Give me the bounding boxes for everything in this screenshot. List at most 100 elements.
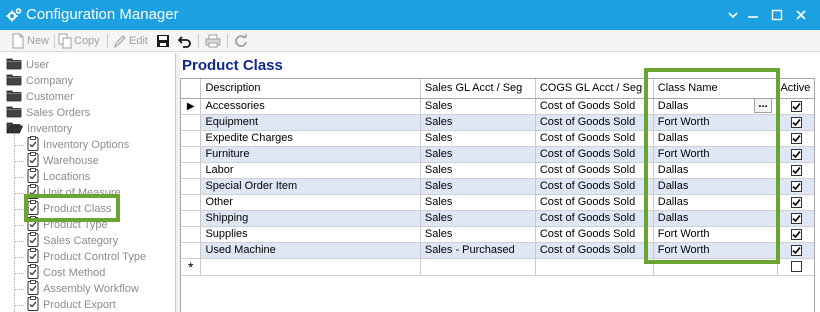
cell-description[interactable]: Used Machine [200, 242, 421, 259]
save-button[interactable] [156, 33, 170, 49]
row-selector[interactable] [181, 210, 202, 227]
copy-icon [58, 33, 72, 49]
cell-sales-gl[interactable]: Sales [420, 210, 536, 227]
new-row-cell[interactable] [200, 258, 421, 276]
row-selector[interactable] [181, 226, 202, 243]
cell-description[interactable]: Special Order Item [200, 178, 421, 195]
row-selector[interactable] [181, 194, 202, 211]
cell-description[interactable]: Supplies [200, 226, 421, 243]
active-checkbox[interactable] [790, 148, 802, 160]
tree-item-label: Company [26, 75, 74, 87]
cell-sales-gl[interactable]: Sales [420, 178, 536, 195]
tree-item-user[interactable]: User [6, 57, 49, 73]
cell-sales-gl[interactable]: Sales [420, 130, 536, 147]
cell-active [777, 226, 814, 243]
active-checkbox[interactable] [790, 244, 802, 256]
cell-cogs-gl[interactable]: Cost of Goods Sold [535, 114, 654, 131]
new-button[interactable]: New [11, 33, 49, 49]
new-label: New [27, 35, 50, 47]
active-checkbox[interactable] [790, 261, 802, 273]
refresh-button[interactable] [234, 33, 248, 49]
cell-active [777, 178, 814, 195]
active-checkbox[interactable] [790, 228, 802, 240]
panel-title: Product Class [182, 57, 283, 74]
navigation-tree: User Company Customer Sales Orders Inventory… [0, 53, 176, 312]
cell-cogs-gl[interactable]: Cost of Goods Sold [535, 210, 654, 227]
row-selector[interactable] [181, 114, 202, 131]
row-selector[interactable] [181, 178, 202, 195]
tree-item-cost-method[interactable]: Cost Method [27, 264, 105, 281]
cell-description[interactable]: Expedite Charges [200, 130, 421, 147]
close-icon[interactable] [784, 0, 818, 30]
row-selector[interactable] [181, 162, 202, 179]
cell-cogs-gl[interactable]: Cost of Goods Sold [535, 178, 654, 195]
copy-button[interactable]: Copy [58, 33, 100, 49]
row-selector[interactable] [181, 130, 202, 147]
cell-active [777, 98, 814, 115]
column-header-active[interactable]: Active [777, 79, 814, 99]
tree-item-product-control-type[interactable]: Product Control Type [27, 248, 146, 265]
folder-icon [6, 73, 22, 89]
title-bar: Configuration Manager [0, 0, 820, 30]
edit-button[interactable]: Edit [113, 33, 148, 49]
folder-icon [6, 57, 22, 73]
row-selector[interactable]: ▶ [181, 98, 202, 115]
cell-sales-gl[interactable]: Sales - Purchased [420, 242, 536, 259]
cell-description[interactable]: Labor [200, 162, 421, 179]
active-checkbox[interactable] [790, 164, 802, 176]
column-header-sales-gl[interactable]: Sales GL Acct / Seg [420, 79, 536, 99]
row-selector[interactable] [181, 242, 202, 259]
cell-description[interactable]: Other [200, 194, 421, 211]
new-row-cell[interactable] [535, 258, 654, 276]
refresh-icon [235, 34, 247, 47]
active-checkbox[interactable] [790, 196, 802, 208]
tree-item-inventory[interactable]: Inventory [6, 121, 72, 137]
cell-sales-gl[interactable]: Sales [420, 98, 536, 115]
active-checkbox[interactable] [790, 100, 802, 112]
cell-cogs-gl[interactable]: Cost of Goods Sold [535, 146, 654, 163]
cell-cogs-gl[interactable]: Cost of Goods Sold [535, 98, 654, 115]
tree-item-locations[interactable]: Locations [27, 168, 90, 185]
tree-item-product-export[interactable]: Product Export [27, 296, 116, 312]
cell-sales-gl[interactable]: Sales [420, 194, 536, 211]
cell-description[interactable]: Equipment [200, 114, 421, 131]
toolbar-divider [54, 34, 55, 48]
cell-sales-gl[interactable]: Sales [420, 162, 536, 179]
tree-item-customer[interactable]: Customer [6, 89, 74, 105]
folder-icon [6, 89, 22, 105]
tree-item-label: User [26, 59, 50, 71]
active-checkbox[interactable] [790, 212, 802, 224]
active-checkbox[interactable] [790, 132, 802, 144]
cell-cogs-gl[interactable]: Cost of Goods Sold [535, 242, 654, 259]
ellipsis-button[interactable]: ... [754, 98, 772, 113]
print-button[interactable] [205, 33, 221, 49]
cell-sales-gl[interactable]: Sales [420, 226, 536, 243]
cell-sales-gl[interactable]: Sales [420, 146, 536, 163]
cell-cogs-gl[interactable]: Cost of Goods Sold [535, 226, 654, 243]
tree-item-sales-category[interactable]: Sales Category [27, 232, 118, 249]
cell-cogs-gl[interactable]: Cost of Goods Sold [535, 194, 654, 211]
cell-description[interactable]: Accessories [200, 98, 421, 115]
new-row-cell[interactable] [420, 258, 536, 276]
tree-item-warehouse[interactable]: Warehouse [27, 152, 99, 169]
tree-item-label: Product Export [43, 299, 116, 311]
tree-item-sales-orders[interactable]: Sales Orders [6, 105, 90, 121]
tree-item-assembly-workflow[interactable]: Assembly Workflow [27, 280, 139, 297]
column-header-cogs-gl[interactable]: COGS GL Acct / Seg [535, 79, 654, 99]
tree-item-company[interactable]: Company [6, 73, 73, 89]
cell-sales-gl[interactable]: Sales [420, 114, 536, 131]
active-checkbox[interactable] [790, 116, 802, 128]
undo-button[interactable] [178, 33, 192, 49]
cell-cogs-gl[interactable]: Cost of Goods Sold [535, 130, 654, 147]
cell-description[interactable]: Shipping [200, 210, 421, 227]
tree-connector [14, 209, 24, 210]
cell-cogs-gl[interactable]: Cost of Goods Sold [535, 162, 654, 179]
row-selector[interactable] [181, 146, 202, 163]
column-header-description[interactable]: Description [200, 79, 421, 99]
new-row-marker[interactable]: * [181, 258, 202, 276]
highlight-box-product-class [24, 194, 120, 222]
active-checkbox[interactable] [790, 180, 802, 192]
folder-icon [6, 105, 22, 121]
tree-item-inventory-options[interactable]: Inventory Options [27, 136, 129, 153]
cell-description[interactable]: Furniture [200, 146, 421, 163]
